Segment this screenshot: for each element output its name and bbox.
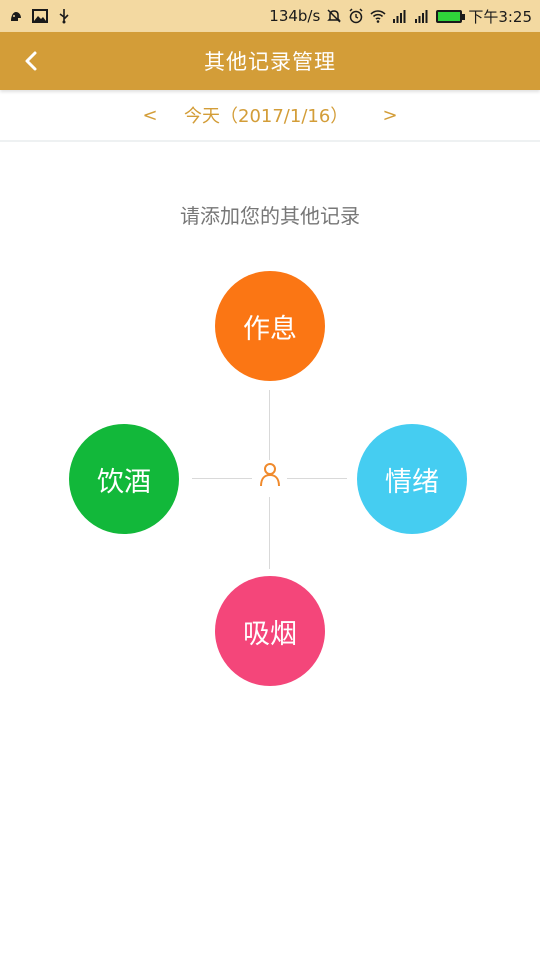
status-time: 下午3:25: [468, 7, 532, 26]
image-icon: [32, 9, 48, 23]
wifi-icon: [370, 10, 386, 23]
notification-icon: [11, 12, 21, 21]
status-left: [8, 8, 72, 24]
connector-line-left: [192, 478, 252, 479]
rest-record-button[interactable]: 作息: [215, 271, 325, 381]
battery-icon: [436, 9, 466, 23]
network-speed: 134b/s: [269, 7, 321, 25]
connector-line-right: [287, 478, 347, 479]
back-button[interactable]: [12, 41, 52, 81]
smoking-record-button[interactable]: 吸烟: [215, 576, 325, 686]
mute-icon: [327, 9, 342, 23]
drinking-record-button[interactable]: 饮酒: [69, 424, 179, 534]
status-right: 134b/s 下午3:25: [269, 6, 532, 27]
add-record-prompt: 请添加您的其他记录: [180, 204, 360, 228]
date-navigator: < 今天（2017/1/16） >: [0, 90, 540, 142]
app-bar: 其他记录管理: [0, 32, 540, 90]
usb-icon: [59, 9, 69, 24]
signal-icon: [415, 10, 428, 23]
connector-line-top: [269, 390, 270, 460]
mood-record-button[interactable]: 情绪: [357, 424, 467, 534]
status-bar: 134b/s 下午3:25: [0, 0, 540, 32]
connector-line-bottom: [269, 497, 270, 569]
next-day-button[interactable]: >: [375, 105, 405, 126]
back-arrow-icon: [25, 51, 37, 71]
person-icon: [260, 463, 280, 487]
previous-day-button[interactable]: <: [135, 105, 165, 126]
page-title: 其他记录管理: [204, 50, 336, 74]
signal-icon: [393, 10, 406, 23]
alarm-icon: [349, 8, 363, 24]
current-date-label: 今天（2017/1/16）: [184, 106, 349, 127]
